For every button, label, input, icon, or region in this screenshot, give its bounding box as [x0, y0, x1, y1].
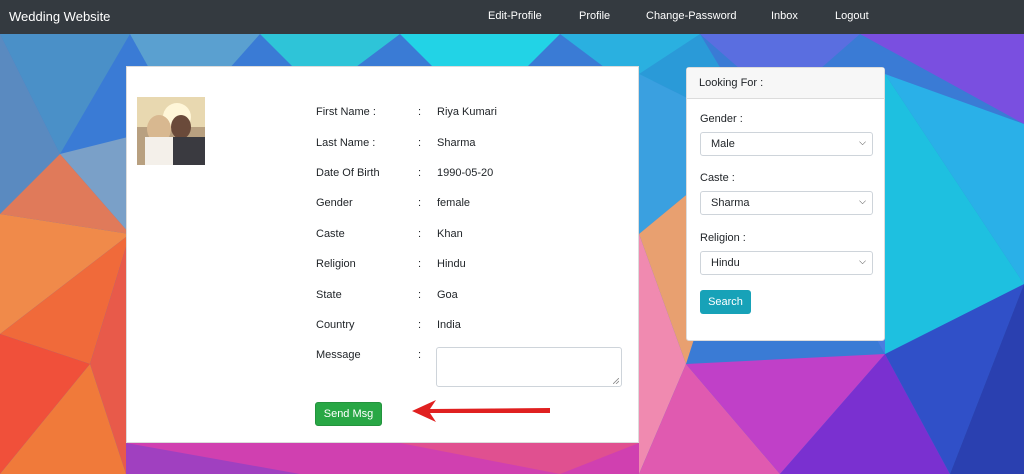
nav-inbox[interactable]: Inbox: [771, 10, 798, 22]
religion-select[interactable]: Hindu ⌵: [700, 251, 873, 275]
religion-label: Religion :: [700, 232, 746, 244]
send-msg-button[interactable]: Send Msg: [315, 402, 382, 426]
field-state: State : Goa: [316, 289, 636, 305]
arrow-left-icon: [412, 400, 550, 422]
field-label: Religion: [316, 258, 356, 270]
chevron-down-icon: ⌵: [859, 256, 866, 266]
top-navbar: Wedding Website Edit-Profile Profile Cha…: [0, 0, 1024, 34]
field-colon: :: [418, 106, 422, 118]
field-value: 1990-05-20: [437, 167, 494, 179]
field-label: Last Name :: [316, 137, 376, 149]
gender-label: Gender :: [700, 113, 743, 125]
field-colon: :: [418, 137, 422, 149]
field-colon: :: [418, 258, 422, 270]
field-value: Goa: [437, 289, 458, 301]
field-label: Gender: [316, 197, 353, 209]
field-value: India: [437, 319, 461, 331]
field-value: Sharma: [437, 137, 476, 149]
field-gender: Gender : female: [316, 197, 636, 213]
field-label: First Name :: [316, 106, 376, 118]
field-label: State: [316, 289, 342, 301]
field-value: female: [437, 197, 471, 209]
field-date-of-birth: Date Of Birth : 1990-05-20: [316, 167, 636, 183]
field-colon: :: [418, 228, 422, 240]
search-panel: Looking For : Gender : Male ⌵ Caste : Sh…: [686, 67, 885, 341]
field-label: Caste: [316, 228, 345, 240]
field-label: Message: [316, 349, 361, 361]
chevron-down-icon: ⌵: [859, 196, 866, 206]
religion-select-value: Hindu: [711, 257, 740, 269]
gender-select[interactable]: Male ⌵: [700, 132, 873, 156]
field-first-name: First Name : : Riya Kumari: [316, 106, 636, 122]
resize-grip-icon[interactable]: [613, 378, 619, 384]
field-label: Date Of Birth: [316, 167, 380, 179]
field-religion: Religion : Hindu: [316, 258, 636, 274]
profile-card: First Name : : Riya Kumari Last Name : :…: [126, 66, 639, 443]
search-button[interactable]: Search: [700, 290, 751, 314]
gender-select-value: Male: [711, 138, 735, 150]
field-value: Riya Kumari: [437, 106, 497, 118]
field-country: Country : India: [316, 319, 636, 335]
field-label: Country: [316, 319, 355, 331]
nav-logout[interactable]: Logout: [835, 10, 869, 22]
field-colon: :: [418, 289, 422, 301]
field-colon: :: [418, 349, 422, 361]
field-value: Khan: [437, 228, 463, 240]
profile-photo[interactable]: [137, 97, 205, 165]
search-panel-title: Looking For :: [687, 68, 884, 99]
nav-change-password[interactable]: Change-Password: [646, 10, 737, 22]
field-colon: :: [418, 197, 422, 209]
field-caste: Caste : Khan: [316, 228, 636, 244]
brand-title[interactable]: Wedding Website: [9, 9, 110, 24]
field-value: Hindu: [437, 258, 466, 270]
nav-profile[interactable]: Profile: [579, 10, 610, 22]
nav-edit-profile[interactable]: Edit-Profile: [488, 10, 542, 22]
message-textarea[interactable]: [436, 347, 622, 387]
caste-select[interactable]: Sharma ⌵: [700, 191, 873, 215]
field-colon: :: [418, 319, 422, 331]
caste-label: Caste :: [700, 172, 735, 184]
caste-select-value: Sharma: [711, 197, 750, 209]
field-last-name: Last Name : : Sharma: [316, 137, 636, 153]
chevron-down-icon: ⌵: [859, 137, 866, 147]
field-colon: :: [418, 167, 422, 179]
